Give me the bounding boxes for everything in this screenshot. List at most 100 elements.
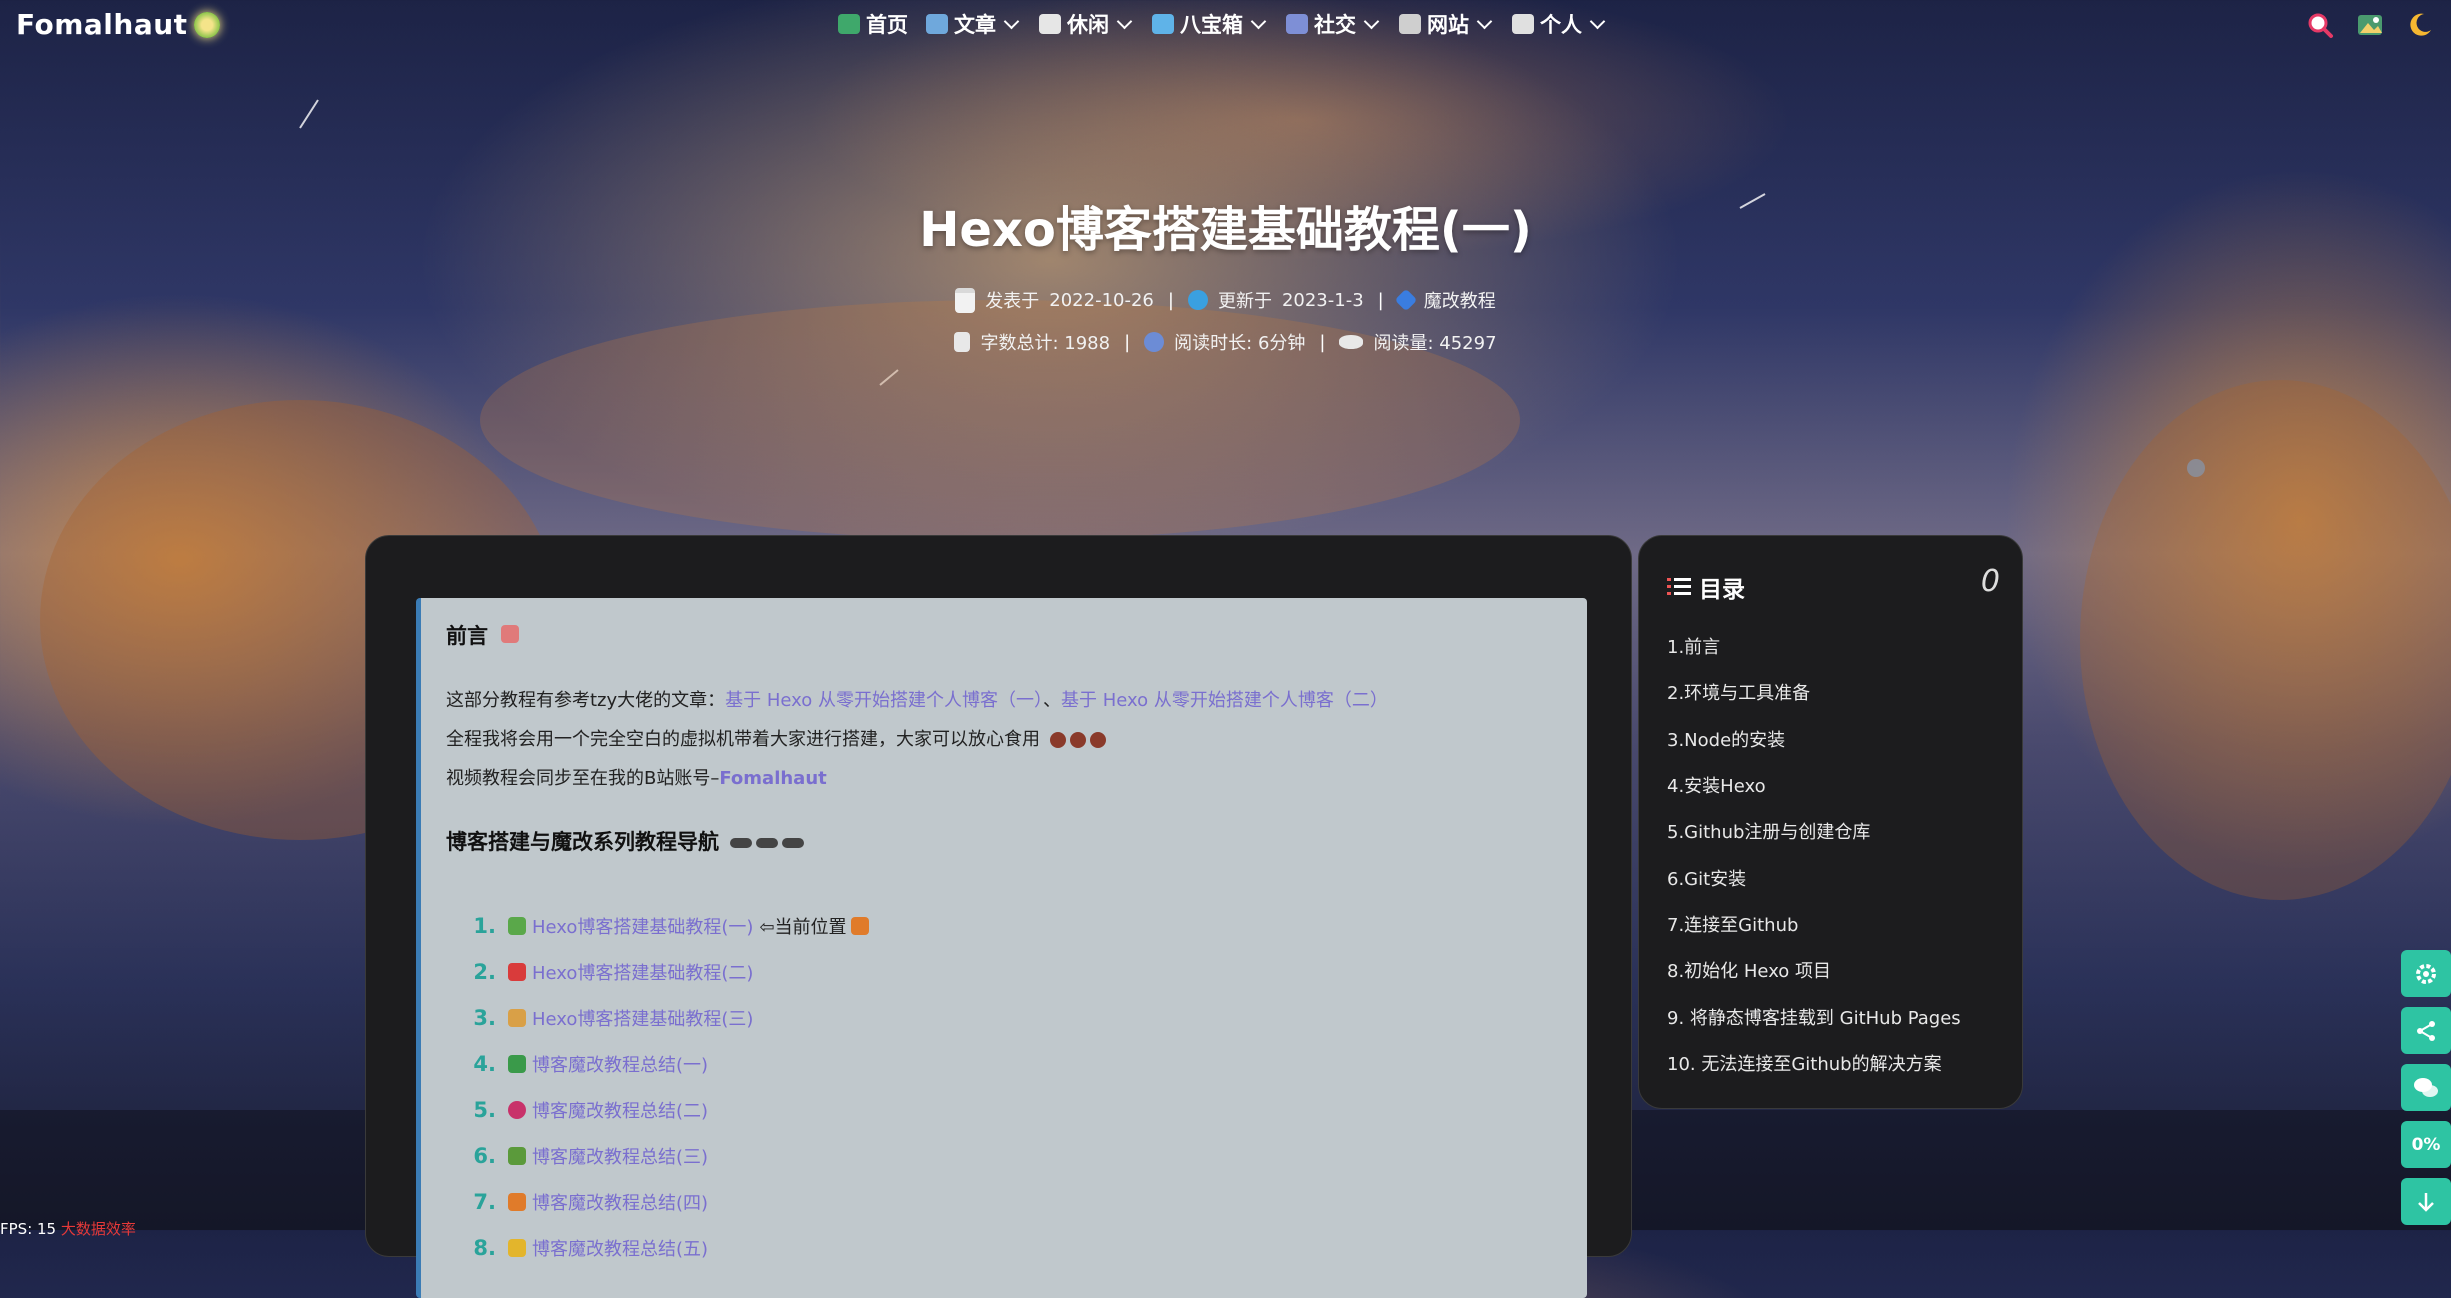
toc-item[interactable]: 3.Node的安装 [1667,716,1961,762]
list-item: 5. 博客魔改教程总结(二) [446,1087,875,1133]
toc-item[interactable]: 7.连接至Github [1667,901,1961,947]
box-icon [1152,14,1174,34]
toc-item[interactable]: 2.环境与工具准备 [1667,669,1961,715]
intro-note: 前言 这部分教程有参考tzy大佬的文章：基于 Hexo 从零开始搭建个人博客（一… [416,598,1587,1298]
parachute-icon [850,917,869,935]
category-link[interactable]: 魔改教程 [1424,287,1496,313]
clover-icon [508,1055,526,1073]
site-brand[interactable]: Fomalhaut [16,8,220,41]
video-line: 视频教程会同步至在我的B站账号–Fomalhaut [446,764,827,790]
menu-leisure[interactable]: 休闲 [1039,9,1134,39]
fps-status: FPS: 15 大数据效率 [0,1218,136,1239]
fps-text: FPS: 15 [0,1220,57,1238]
chevron-down-icon [1116,13,1133,29]
search-button[interactable] [2305,10,2335,40]
series-link[interactable]: Hexo博客搭建基础教程(二) [532,959,753,985]
herb-icon [508,1147,526,1165]
series-link[interactable]: Hexo博客搭建基础教程(一) [532,913,753,939]
meta-separator: | [1377,289,1384,311]
chat-icon [1286,14,1308,34]
toc-item[interactable]: 6.Git安装 [1667,854,1961,900]
toc-list: 1.前言 2.环境与工具准备 3.Node的安装 4.安装Hexo 5.Gith… [1667,623,1961,1086]
box-icon [508,1009,526,1027]
refresh-icon [1187,290,1208,310]
list-number: 5. [473,1098,496,1122]
list-item: 7. 博客魔改教程总结(四) [446,1179,875,1225]
chevron-down-icon [1250,13,1267,29]
menu-social[interactable]: 社交 [1286,9,1381,39]
list-item: 2. Hexo博客搭建基础教程(二) [446,949,875,995]
meta-separator: | [1167,289,1174,311]
current-position-label: ⇦当前位置 [759,917,847,938]
list-number: 3. [473,1006,496,1030]
series-link[interactable]: Hexo博客搭建基础教程(三) [532,1005,753,1031]
eye-icon [1339,335,1364,349]
toc-item[interactable]: 9. 将静态博客挂载到 GitHub Pages [1667,993,1961,1039]
updated-label: 更新于 [1217,291,1272,312]
top-navbar: Fomalhaut 首页 文章 休闲 八宝箱 社交 网站 个人 [0,0,2451,52]
settings-button[interactable] [2401,950,2451,997]
clock-icon [1144,332,1165,352]
post-meta-dates: 发表于 2022-10-26 | 更新于 2023-1-3 | 魔改教程 [0,287,2451,313]
brand-logo-icon [193,11,220,38]
word-count: 字数总计: 1988 [980,333,1111,354]
list-number: 8. [473,1236,496,1260]
scroll-down-button[interactable] [2401,1178,2451,1225]
published-label: 发表于 [985,291,1040,312]
series-link[interactable]: 博客魔改教程总结(五) [532,1235,708,1261]
series-link[interactable]: 博客魔改教程总结(三) [532,1143,708,1169]
document-icon [954,332,971,352]
dark-mode-toggle[interactable] [2405,10,2435,40]
post-meta-stats: 字数总计: 1988 | 阅读时长: 6分钟 | 阅读量: 45297 [0,329,2451,355]
tag-icon [1394,288,1418,312]
menu-treasure-box[interactable]: 八宝箱 [1152,9,1268,39]
series-nav-list: 1. Hexo博客搭建基础教程(一) ⇦当前位置 2. Hexo博客搭建基础教程(二)… [446,903,875,1271]
reference-link-1[interactable]: 基于 Hexo 从零开始搭建个人博客（一） [725,690,1043,711]
toc-item[interactable]: 8.初始化 Hexo 项目 [1667,947,1961,993]
preface-heading-text: 前言 [446,624,488,648]
reference-link-2[interactable]: 基于 Hexo 从零开始搭建个人博客（二） [1061,690,1388,711]
traffic-light-icon [782,838,805,848]
main-menu: 首页 文章 休闲 八宝箱 社交 网站 个人 [838,9,1607,39]
menu-articles-label: 文章 [954,13,996,37]
toc-item[interactable]: 5.Github注册与创建仓库 [1667,808,1961,854]
brand-name[interactable]: Fomalhaut [16,8,188,41]
bean-icon [1089,732,1106,748]
toc-header: 目录 [1667,570,1745,604]
scroll-percent-button[interactable]: 0% [2401,1121,2451,1168]
toc-item[interactable]: 4.安装Hexo [1667,762,1961,808]
menu-articles[interactable]: 文章 [926,9,1021,39]
list-number: 7. [473,1190,496,1214]
toc-item[interactable]: 10. 无法连接至Github的解决方案 [1667,1040,1961,1086]
toc-progress-count: 0 [1980,564,2000,599]
updated-date: 2023-1-3 [1281,289,1364,311]
chevron-down-icon [1003,13,1020,29]
toc-item[interactable]: 1.前言 [1667,623,1961,669]
phone-icon [1512,14,1534,34]
list-item: 3. Hexo博客搭建基础教程(三) [446,995,875,1041]
chevron-down-icon [1363,13,1380,29]
list-number: 6. [473,1144,496,1168]
list-number: 4. [473,1052,496,1076]
share-button[interactable] [2401,1007,2451,1054]
published-date: 2022-10-26 [1049,289,1154,311]
menu-website[interactable]: 网站 [1399,9,1494,39]
post-title: Hexo博客搭建基础教程(一) [919,202,1532,258]
series-link[interactable]: 博客魔改教程总结(二) [532,1097,708,1123]
toc-title: 目录 [1699,577,1745,603]
list-number: 1. [473,914,496,938]
wallpaper-button[interactable] [2355,10,2385,40]
series-link[interactable]: 博客魔改教程总结(四) [532,1189,708,1215]
menu-home[interactable]: 首页 [838,9,908,39]
series-link[interactable]: 博客魔改教程总结(一) [532,1051,708,1077]
chevron-down-icon [1589,13,1606,29]
traffic-light-icon [756,838,779,848]
comment-button[interactable] [2401,1064,2451,1111]
meta-separator: | [1319,331,1326,353]
menu-personal[interactable]: 个人 [1512,9,1607,39]
bilibili-link[interactable]: Fomalhaut [719,768,826,789]
video-prefix: 视频教程会同步至在我的B站账号– [446,768,720,789]
menu-home-label: 首页 [866,13,908,37]
read-count: 阅读量: 45297 [1373,333,1497,354]
book-icon [926,14,948,34]
